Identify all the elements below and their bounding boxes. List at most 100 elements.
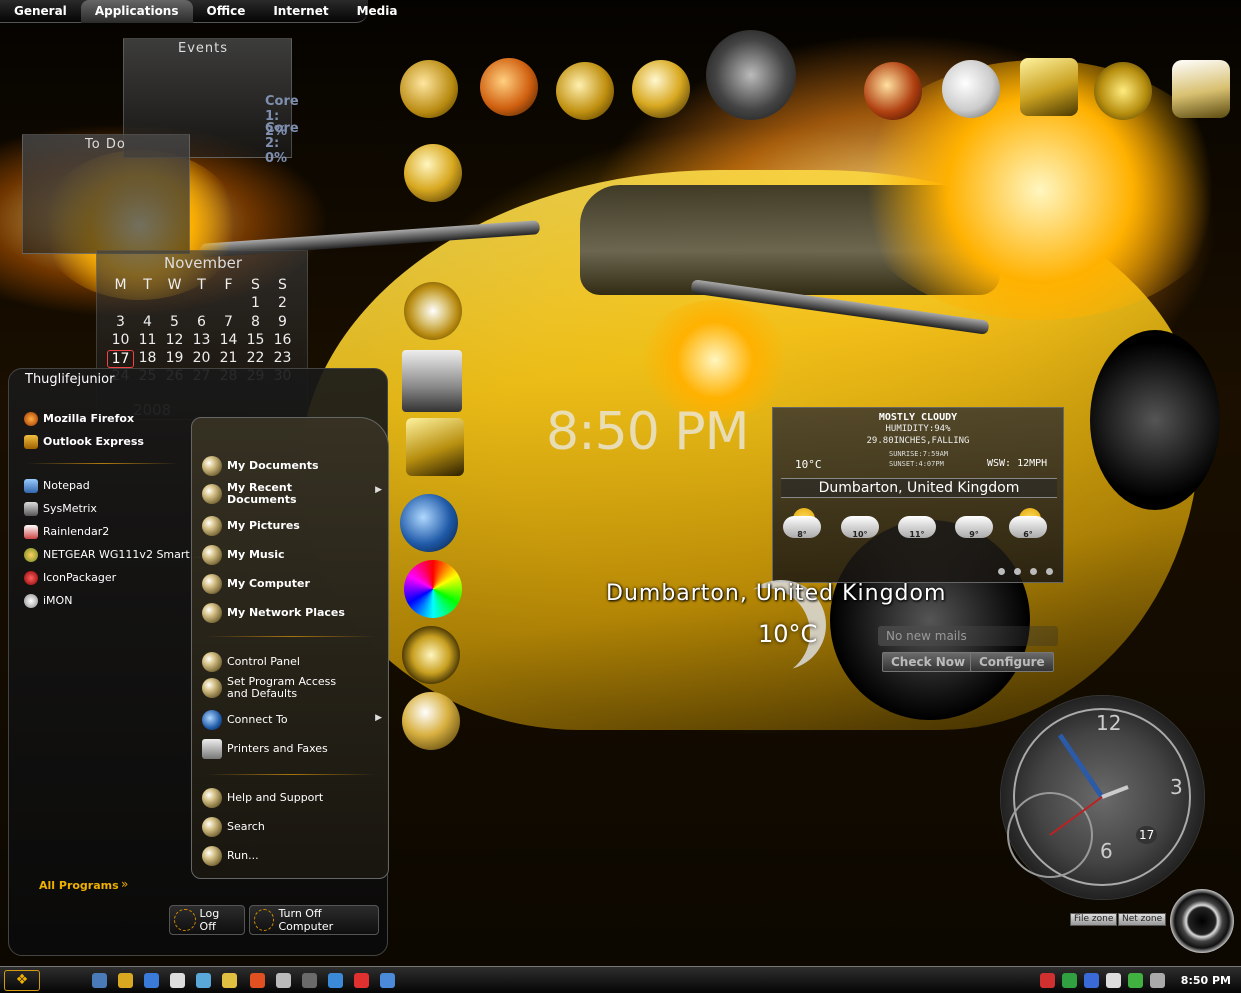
turn-off-computer-button[interactable]: Turn Off Computer — [249, 905, 379, 935]
start-item-my-recent-documents[interactable]: My Recent Documents ▶ — [202, 482, 382, 506]
quicklaunch-app6-icon[interactable] — [380, 973, 395, 988]
calendar-day[interactable]: 13 — [188, 332, 215, 350]
internet-explorer-icon[interactable] — [556, 62, 614, 120]
tray-icon-1[interactable] — [1040, 973, 1055, 988]
monitor-icon[interactable] — [400, 60, 458, 118]
weather-page-dots[interactable] — [998, 568, 1053, 575]
start-item-my-documents[interactable]: My Documents — [202, 456, 382, 476]
start-item-printers-and-faxes[interactable]: Printers and Faxes — [202, 739, 382, 759]
tab-general[interactable]: General — [0, 0, 81, 23]
start-item-sysmetrix[interactable]: SysMetrix — [9, 497, 197, 520]
start-item-my-network-places[interactable]: My Network Places — [202, 603, 382, 623]
gold-ball-icon[interactable] — [404, 144, 462, 202]
mail-envelope-icon[interactable] — [942, 60, 1000, 118]
quicklaunch-ie-icon[interactable] — [144, 973, 159, 988]
start-item-netgear[interactable]: NETGEAR WG111v2 Smart ... — [9, 543, 204, 566]
calendar-day[interactable]: 20 — [188, 350, 215, 368]
start-item-firefox[interactable]: Mozilla Firefox — [9, 407, 197, 430]
calendar-day[interactable]: 18 — [134, 350, 161, 368]
camera-turret-icon[interactable] — [706, 30, 796, 120]
quicklaunch-desktop-icon[interactable] — [92, 973, 107, 988]
tab-applications[interactable]: Applications — [80, 0, 193, 23]
start-item-imon[interactable]: iMON — [9, 589, 197, 612]
tray-icon-6[interactable] — [1150, 973, 1165, 988]
settings-dial-icon[interactable] — [1094, 62, 1152, 120]
globe-gold-icon[interactable] — [632, 60, 690, 118]
calendar-day[interactable]: 5 — [161, 314, 188, 332]
calendar-day[interactable]: 9 — [269, 314, 296, 332]
quicklaunch-folder-icon[interactable] — [118, 973, 133, 988]
earth-icon[interactable] — [864, 62, 922, 120]
calendar-day[interactable]: 3 — [107, 314, 134, 332]
file-zone-button[interactable]: File zone — [1070, 913, 1118, 926]
calendar-day[interactable]: 22 — [242, 350, 269, 368]
music-note-icon[interactable] — [406, 418, 464, 476]
start-item-search[interactable]: Search — [202, 817, 382, 837]
weather-gadget[interactable]: MOSTLY CLOUDY HUMIDITY:94% 29.80INCHES,F… — [772, 407, 1064, 583]
start-item-notepad[interactable]: Notepad — [9, 474, 197, 497]
tray-icon-4[interactable] — [1106, 973, 1121, 988]
check-now-button[interactable]: Check Now — [882, 652, 975, 672]
clock-app-icon[interactable] — [404, 282, 462, 340]
calendar-day[interactable]: 14 — [215, 332, 242, 350]
start-item-control-panel[interactable]: Control Panel — [202, 652, 382, 672]
start-item-my-pictures[interactable]: My Pictures — [202, 516, 382, 536]
calendar-day[interactable]: 2 — [269, 295, 296, 313]
calendar-day[interactable]: 1 — [242, 295, 269, 313]
atom-icon[interactable] — [402, 626, 460, 684]
folder-icon[interactable] — [1020, 58, 1078, 116]
start-item-connect-to[interactable]: Connect To ▶ — [202, 710, 382, 730]
window-app-icon[interactable] — [402, 350, 462, 412]
start-item-rainlendar[interactable]: Rainlendar2 — [9, 520, 197, 543]
all-programs-button[interactable]: All Programs — [39, 879, 119, 892]
tab-internet[interactable]: Internet — [259, 0, 342, 23]
start-item-run[interactable]: Run... — [202, 846, 382, 866]
quicklaunch-network-icon[interactable] — [196, 973, 211, 988]
firefox-icon[interactable] — [480, 58, 538, 116]
quicklaunch-app5-icon[interactable] — [354, 973, 369, 988]
start-button[interactable]: ❖ — [4, 970, 40, 991]
globe-blue-icon[interactable] — [400, 494, 458, 552]
tab-media[interactable]: Media — [343, 0, 412, 23]
start-item-iconpackager[interactable]: IconPackager — [9, 566, 197, 589]
start-item-my-computer[interactable]: My Computer — [202, 574, 382, 594]
calendar-day[interactable]: 23 — [269, 350, 296, 368]
tray-icon-5[interactable] — [1128, 973, 1143, 988]
calendar-day[interactable]: 19 — [161, 350, 188, 368]
calendar-day[interactable]: 7 — [215, 314, 242, 332]
quicklaunch-tool-icon[interactable] — [222, 973, 237, 988]
quicklaunch-app4-icon[interactable] — [328, 973, 343, 988]
calendar-day[interactable]: 21 — [215, 350, 242, 368]
quicklaunch-mail-icon[interactable] — [170, 973, 185, 988]
log-off-button[interactable]: Log Off — [169, 905, 245, 935]
calendar-day-today[interactable]: 17 — [107, 350, 134, 369]
orb-launcher-icon[interactable] — [1170, 889, 1234, 953]
start-item-outlook-express[interactable]: Outlook Express — [9, 430, 197, 453]
calendar-day[interactable]: 8 — [242, 314, 269, 332]
tab-office[interactable]: Office — [193, 0, 260, 23]
quicklaunch-app2-icon[interactable] — [276, 973, 291, 988]
calendar-day[interactable]: 12 — [161, 332, 188, 350]
tray-icon-2[interactable] — [1062, 973, 1077, 988]
calendar-day[interactable]: 11 — [134, 332, 161, 350]
start-item-set-program-access[interactable]: Set Program Access and Defaults — [202, 676, 382, 700]
calendar-day[interactable]: 10 — [107, 332, 134, 350]
calendar-day[interactable]: 15 — [242, 332, 269, 350]
calendar-day[interactable]: 16 — [269, 332, 296, 350]
weather-current-temp: 10°C — [795, 458, 822, 471]
calendar-day[interactable]: 4 — [134, 314, 161, 332]
start-item-my-music[interactable]: My Music — [202, 545, 382, 565]
helmet-icon[interactable] — [402, 692, 460, 750]
quicklaunch-app3-icon[interactable] — [302, 973, 317, 988]
start-item-help-and-support[interactable]: Help and Support — [202, 788, 382, 808]
color-wheel-icon[interactable] — [404, 560, 462, 618]
tray-icon-3[interactable] — [1084, 973, 1099, 988]
recycle-bin-icon[interactable] — [1172, 60, 1230, 118]
net-zone-button[interactable]: Net zone — [1118, 913, 1167, 926]
taskbar-clock[interactable]: 8:50 PM — [1181, 974, 1231, 987]
calendar-day[interactable]: 6 — [188, 314, 215, 332]
configure-button[interactable]: Configure — [970, 652, 1054, 672]
weather-big-location: Dumbarton, United Kingdom — [606, 581, 947, 606]
quicklaunch-app-icon[interactable] — [250, 973, 265, 988]
start-item-label: Set Program Access and Defaults — [227, 675, 337, 700]
